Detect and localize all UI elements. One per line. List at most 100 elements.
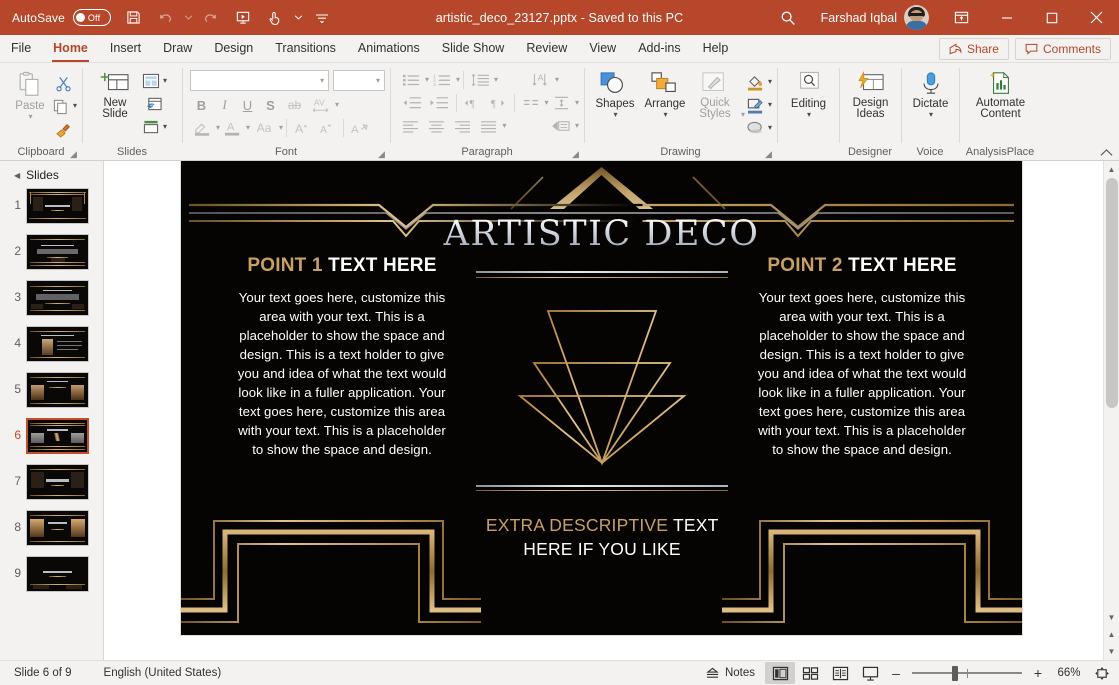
change-case-dropdown-icon[interactable]: ▾ [279,124,283,132]
rtl-text-direction-button[interactable]: ¶ [485,92,511,114]
thumb-preview[interactable] [26,418,89,454]
font-dialog-launcher[interactable]: ◢ [376,149,387,160]
scroll-down-arrow-icon[interactable]: ▼ [1104,609,1119,626]
slide-sorter-view-button[interactable] [795,662,825,684]
slide-thumbnail-9[interactable]: 9 [0,556,103,592]
character-spacing-dropdown-icon[interactable]: ▾ [335,101,339,109]
language-indicator[interactable]: English (United States) [82,661,232,685]
paste-dropdown-icon[interactable]: ▾ [28,113,32,121]
thumb-preview[interactable] [26,556,89,592]
tab-help[interactable]: Help [692,35,740,62]
thumb-preview[interactable] [26,188,89,224]
undo-dropdown-icon[interactable] [183,4,194,32]
shape-fill-button[interactable] [745,71,767,93]
bold-button[interactable]: B [190,94,213,116]
numbering-button[interactable]: 123 [429,69,455,91]
text-direction-button[interactable]: A [528,69,554,91]
tab-view[interactable]: View [578,35,627,62]
numbering-dropdown-icon[interactable]: ▾ [456,76,460,84]
ribbon-display-options-icon[interactable] [939,0,984,35]
smartart-dropdown-icon[interactable]: ▾ [575,122,579,130]
slide-thumbnail-5[interactable]: 5 [0,372,103,408]
touch-mode-dropdown-icon[interactable] [292,4,305,32]
vertical-align-button[interactable] [548,92,574,114]
decrease-font-size-button[interactable]: A [315,117,340,139]
autosave-toggle[interactable]: Off [72,9,111,26]
zoom-percentage[interactable]: 66% [1049,667,1089,679]
increase-indent-button[interactable] [425,92,452,114]
canvas-vertical-scrollbar[interactable]: ▲ ▼ ▲ ▼ [1103,161,1119,660]
close-button[interactable] [1074,0,1119,35]
collapse-ribbon-icon[interactable] [1100,148,1113,157]
slides-pane-header[interactable]: ◀ Slides [0,161,103,188]
clipboard-dialog-launcher[interactable]: ◢ [68,149,79,160]
right-point-block[interactable]: POINT 2 TEXT HERE Your text goes here, c… [751,256,973,459]
zoom-slider[interactable] [912,661,1022,685]
redo-icon[interactable] [196,4,226,32]
align-left-button[interactable] [398,115,424,137]
account-button[interactable]: Farshad Iqbal [805,5,939,30]
vertical-align-dropdown-icon[interactable]: ▾ [575,99,579,107]
scroll-thumb[interactable] [1105,178,1118,408]
convert-to-smartart-button[interactable] [548,115,574,137]
tab-animations[interactable]: Animations [347,35,431,62]
shape-effects-button[interactable] [745,117,767,139]
align-right-button[interactable] [450,115,476,137]
design-ideas-button[interactable]: Design Ideas [845,68,896,120]
quick-styles-button[interactable]: Quick Styles [690,68,740,120]
collapse-triangle-icon[interactable]: ◀ [14,171,20,180]
tab-insert[interactable]: Insert [99,35,152,62]
text-highlight-button[interactable] [190,117,215,139]
slide-thumbnail-2[interactable]: 2 [0,234,103,270]
minimize-button[interactable] [984,0,1029,35]
shape-fill-dropdown-icon[interactable]: ▾ [768,78,772,86]
increase-font-size-button[interactable]: A [290,117,315,139]
copy-button[interactable] [50,95,72,117]
editing-button[interactable]: Editing ▾ [783,68,834,119]
zoom-slider-handle[interactable] [951,665,958,681]
format-painter-button[interactable] [50,118,77,140]
thumb-preview[interactable] [26,326,89,362]
new-slide-button[interactable]: New Slide [90,68,140,120]
slide-thumbnail-3[interactable]: 3 [0,280,103,316]
shapes-button[interactable]: Shapes ▾ [590,68,640,119]
font-size-dropdown-icon[interactable]: ▾ [376,76,380,85]
section-dropdown-icon[interactable]: ▾ [163,123,167,131]
tab-file[interactable]: File [0,35,42,62]
tab-design[interactable]: Design [203,35,264,62]
underline-button[interactable]: U [236,94,259,116]
previous-slide-arrow-icon[interactable]: ▲ [1104,626,1119,643]
line-spacing-dropdown-icon[interactable]: ▾ [494,76,498,84]
next-slide-arrow-icon[interactable]: ▼ [1104,643,1119,660]
undo-icon[interactable] [151,4,181,32]
slide-canvas[interactable]: ARTISTIC DECO POINT 1 TEXT HERE Your tex… [181,161,1022,635]
clear-formatting-button[interactable]: A [347,117,373,139]
layout-dropdown-icon[interactable]: ▾ [163,77,167,85]
layout-button[interactable] [140,70,162,92]
justify-dropdown-icon[interactable]: ▾ [502,122,506,130]
align-center-button[interactable] [424,115,450,137]
thumb-preview[interactable] [26,510,89,546]
bullets-button[interactable] [398,69,424,91]
normal-view-button[interactable] [765,662,795,684]
align-text-button[interactable] [518,92,544,114]
thumb-preview[interactable] [26,280,89,316]
font-name-input[interactable]: ▾ [190,70,330,91]
dictate-dropdown-icon[interactable]: ▾ [929,111,933,119]
tab-add-ins[interactable]: Add-ins [627,35,691,62]
character-spacing-button[interactable]: AV [307,94,334,116]
arrange-button[interactable]: Arrange ▾ [640,68,690,119]
drawing-dialog-launcher[interactable]: ◢ [763,149,774,160]
zoom-out-button[interactable]: – [885,661,907,685]
paragraph-dialog-launcher[interactable]: ◢ [570,149,581,160]
shape-outline-dropdown-icon[interactable]: ▾ [768,101,772,109]
copy-dropdown-icon[interactable]: ▾ [73,102,77,110]
tab-transitions[interactable]: Transitions [264,35,347,62]
slide-counter[interactable]: Slide 6 of 9 [4,661,82,685]
slide-thumbnail-1[interactable]: 1 [0,188,103,224]
tab-home[interactable]: Home [42,35,99,62]
fit-slide-to-window-button[interactable] [1089,661,1115,685]
extra-caption-block[interactable]: EXTRA DESCRIPTIVE TEXT HERE IF YOU LIKE [481,513,723,561]
text-shadow-button[interactable]: S [259,94,282,116]
slide-thumbnail-7[interactable]: 7 [0,464,103,500]
